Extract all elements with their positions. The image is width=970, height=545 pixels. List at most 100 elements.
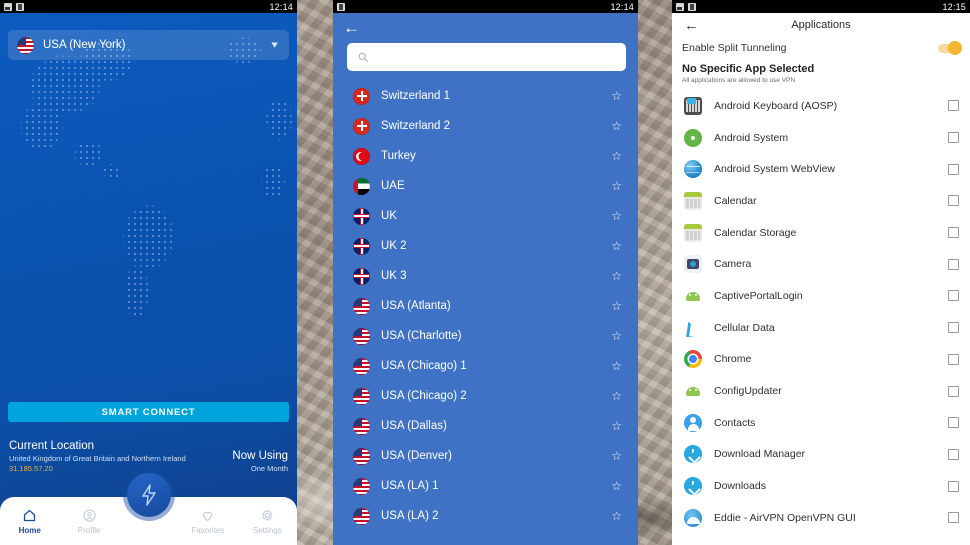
server-row[interactable]: Switzerland 1 ☆ xyxy=(333,81,638,111)
eddie-cloud-icon xyxy=(684,508,702,527)
nav-item-favorites[interactable]: Favorites xyxy=(178,508,237,535)
application-checkbox[interactable] xyxy=(948,448,959,460)
server-row[interactable]: UK ☆ xyxy=(333,201,638,231)
application-row[interactable]: CaptivePortalLogin xyxy=(672,280,970,312)
server-row[interactable]: USA (Chicago) 1 ☆ xyxy=(333,351,638,381)
calendar-icon xyxy=(684,191,702,210)
favorite-star-icon[interactable]: ☆ xyxy=(611,119,622,133)
smart-connect-button[interactable]: SMART CONNECT xyxy=(8,402,289,422)
location-selector[interactable]: USA (New York) ▼ xyxy=(8,30,289,60)
favorite-star-icon[interactable]: ☆ xyxy=(611,389,622,403)
connect-fab-button[interactable] xyxy=(126,473,171,517)
server-row[interactable]: Turkey ☆ xyxy=(333,141,638,171)
application-checkbox[interactable] xyxy=(948,480,959,492)
favorite-star-icon[interactable]: ☆ xyxy=(611,269,622,283)
application-row[interactable]: Downloads xyxy=(672,470,970,502)
back-arrow-icon[interactable]: ← xyxy=(343,19,360,36)
favorite-star-icon[interactable]: ☆ xyxy=(611,89,622,103)
server-row[interactable]: USA (Atlanta) ☆ xyxy=(333,291,638,321)
home-icon xyxy=(24,509,36,521)
favorite-star-icon[interactable]: ☆ xyxy=(611,149,622,163)
application-name: Eddie - AirVPN OpenVPN GUI xyxy=(714,511,856,524)
application-row[interactable]: Android System xyxy=(672,122,970,154)
nav-item-settings[interactable]: Settings xyxy=(238,508,297,535)
tr-flag-icon xyxy=(353,147,370,165)
application-list: Android Keyboard (AOSP) Android System And… xyxy=(672,90,970,534)
search-icon xyxy=(358,52,369,63)
person-circle-icon xyxy=(82,508,96,522)
split-tunneling-row[interactable]: Enable Split Tunneling xyxy=(672,37,970,59)
application-checkbox[interactable] xyxy=(948,163,959,175)
status-bar-icons xyxy=(4,2,24,11)
application-checkbox[interactable] xyxy=(948,195,959,207)
application-row[interactable]: Download Manager xyxy=(672,439,970,471)
favorite-star-icon[interactable]: ☆ xyxy=(611,299,622,313)
application-checkbox[interactable] xyxy=(948,290,959,302)
no-app-selected-subtitle: All applications are allowed to use VPN xyxy=(682,77,796,84)
favorite-star-icon[interactable]: ☆ xyxy=(611,209,622,223)
favorite-star-icon[interactable]: ☆ xyxy=(611,329,622,343)
chevron-down-icon[interactable]: ▼ xyxy=(269,40,280,50)
application-row[interactable]: Chrome xyxy=(672,344,970,376)
status-bar-clock: 12:14 xyxy=(269,1,293,12)
server-row[interactable]: USA (Denver) ☆ xyxy=(333,441,638,471)
nav-item-home[interactable]: Home xyxy=(0,508,59,535)
application-checkbox[interactable] xyxy=(948,385,959,397)
heart-icon xyxy=(203,511,213,521)
application-checkbox[interactable] xyxy=(948,322,959,334)
favorite-star-icon[interactable]: ☆ xyxy=(611,509,622,523)
favorite-star-icon[interactable]: ☆ xyxy=(611,179,622,193)
server-list-topbar: ← xyxy=(333,13,638,41)
application-name: ConfigUpdater xyxy=(714,385,782,398)
favorite-star-icon[interactable]: ☆ xyxy=(611,419,622,433)
uk-flag-icon xyxy=(353,237,370,255)
server-row[interactable]: USA (Charlotte) ☆ xyxy=(333,321,638,351)
favorite-star-icon[interactable]: ☆ xyxy=(611,449,622,463)
us-flag-icon xyxy=(17,36,34,54)
favorite-star-icon[interactable]: ☆ xyxy=(611,359,622,373)
application-row[interactable]: Android System WebView xyxy=(672,153,970,185)
nav-item-profile[interactable]: Profile xyxy=(59,508,118,535)
application-checkbox[interactable] xyxy=(948,417,959,429)
server-row[interactable]: USA (LA) 2 ☆ xyxy=(333,501,638,531)
us-flag-icon xyxy=(353,297,370,315)
application-name: Android Keyboard (AOSP) xyxy=(714,99,838,112)
application-checkbox[interactable] xyxy=(948,512,959,524)
favorite-star-icon[interactable]: ☆ xyxy=(611,239,622,253)
server-row[interactable]: USA (Chicago) 2 ☆ xyxy=(333,381,638,411)
server-search-box[interactable] xyxy=(347,43,626,71)
application-row[interactable]: Camera xyxy=(672,248,970,280)
application-row[interactable]: ConfigUpdater xyxy=(672,375,970,407)
application-checkbox[interactable] xyxy=(948,258,959,270)
application-checkbox[interactable] xyxy=(948,100,959,112)
phone-icon xyxy=(684,318,702,337)
favorite-star-icon[interactable]: ☆ xyxy=(611,479,622,493)
application-row[interactable]: Contacts xyxy=(672,407,970,439)
current-location-block: Current Location United Kingdom of Great… xyxy=(9,440,186,473)
server-row[interactable]: USA (Dallas) ☆ xyxy=(333,411,638,441)
nav-label-profile: Profile xyxy=(77,525,101,535)
status-bar-clock: 12:15 xyxy=(942,1,966,12)
split-tunneling-toggle[interactable] xyxy=(938,41,962,55)
server-row[interactable]: UK 3 ☆ xyxy=(333,261,638,291)
application-row[interactable]: Calendar xyxy=(672,185,970,217)
application-checkbox[interactable] xyxy=(948,227,959,239)
application-row[interactable]: Eddie - AirVPN OpenVPN GUI xyxy=(672,502,970,534)
server-name: UK 2 xyxy=(381,240,407,252)
current-location-country: United Kingdom of Great Britain and Nort… xyxy=(9,454,186,463)
split-tunneling-label: Enable Split Tunneling xyxy=(682,42,787,54)
server-row[interactable]: Switzerland 2 ☆ xyxy=(333,111,638,141)
server-row[interactable]: UAE ☆ xyxy=(333,171,638,201)
nav-label-favorites: Favorites xyxy=(191,525,225,535)
application-row[interactable]: Android Keyboard (AOSP) xyxy=(672,90,970,122)
application-row[interactable]: Calendar Storage xyxy=(672,217,970,249)
application-checkbox[interactable] xyxy=(948,353,959,365)
server-row[interactable]: USA (LA) 1 ☆ xyxy=(333,471,638,501)
search-input[interactable] xyxy=(376,50,616,64)
status-bar-apps: 12:15 xyxy=(672,0,970,13)
application-checkbox[interactable] xyxy=(948,132,959,144)
applications-content: ← Applications Enable Split Tunneling No… xyxy=(672,13,970,545)
application-row[interactable]: Cellular Data xyxy=(672,312,970,344)
server-name: USA (LA) 1 xyxy=(381,480,439,492)
server-row[interactable]: UK 2 ☆ xyxy=(333,231,638,261)
